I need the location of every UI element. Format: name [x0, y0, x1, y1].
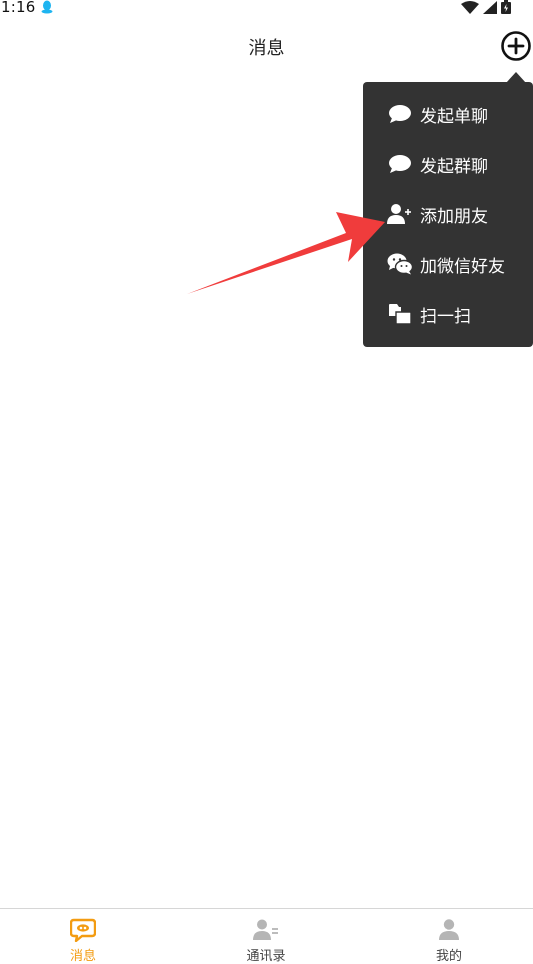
menu-item-single-chat[interactable]: 发起单聊 [363, 89, 533, 139]
tab-bar: 消息 通讯录 我的 [0, 908, 533, 964]
signal-icon [483, 0, 497, 14]
add-circle-icon [501, 31, 531, 61]
message-icon [70, 918, 96, 942]
menu-item-label: 加微信好友 [420, 256, 505, 277]
menu-item-label: 扫一扫 [420, 306, 471, 327]
contacts-icon [253, 919, 278, 940]
profile-icon [439, 919, 459, 940]
menu-item-add-friend[interactable]: 添加朋友 [363, 189, 533, 239]
header: 消息 [0, 22, 533, 68]
status-indicators [461, 0, 511, 14]
chat-bubble-icon [387, 152, 413, 176]
scan-icon [387, 302, 413, 326]
tab-profile[interactable]: 我的 [389, 909, 509, 964]
status-time: 1:16 [1, 0, 36, 16]
status-bar: 1:16 [0, 0, 533, 16]
popup-menu: 发起单聊 发起群聊 添加朋友 加微信好友 扫一扫 [363, 82, 533, 347]
menu-item-label: 添加朋友 [420, 206, 488, 227]
tab-contacts[interactable]: 通讯录 [206, 909, 326, 964]
menu-item-label: 发起群聊 [420, 156, 488, 177]
tab-label: 消息 [69, 949, 96, 964]
tab-label: 我的 [435, 949, 462, 964]
menu-item-group-chat[interactable]: 发起群聊 [363, 139, 533, 189]
menu-item-label: 发起单聊 [420, 106, 488, 127]
chat-bubble-icon [387, 102, 413, 126]
page-title: 消息 [248, 38, 285, 59]
tab-label: 通讯录 [246, 949, 286, 964]
battery-icon [501, 0, 511, 14]
qq-penguin-icon [41, 0, 53, 14]
add-friend-icon [387, 202, 413, 226]
tab-messages[interactable]: 消息 [23, 909, 143, 964]
add-button[interactable] [500, 30, 532, 62]
menu-item-scan[interactable]: 扫一扫 [363, 289, 533, 339]
menu-item-add-wechat-friend[interactable]: 加微信好友 [363, 239, 533, 289]
wifi-icon [461, 0, 479, 14]
wechat-icon [387, 252, 413, 276]
